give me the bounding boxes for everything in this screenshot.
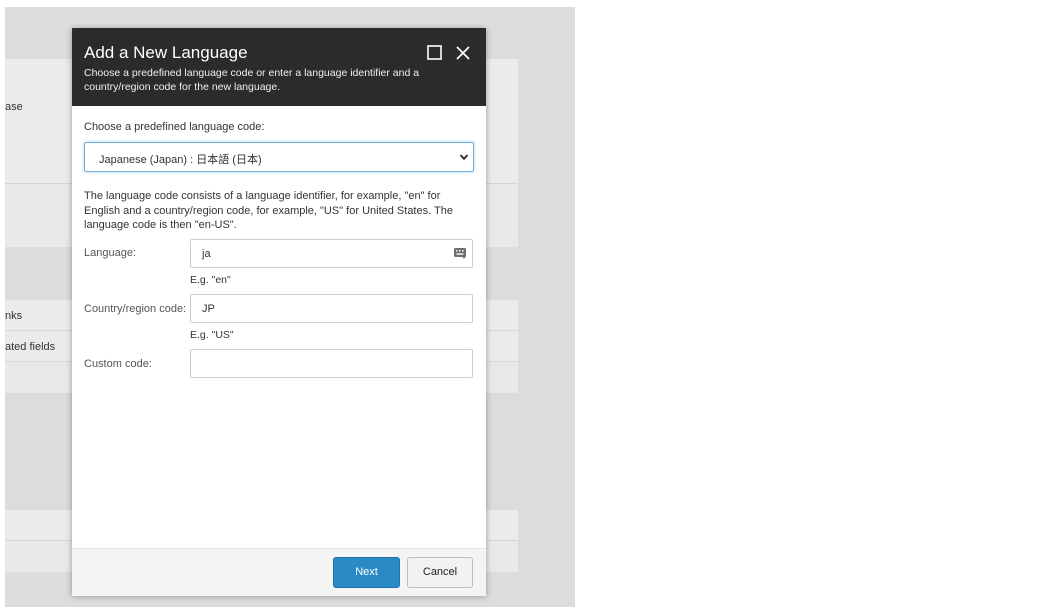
background-row-label: ase [5, 101, 23, 113]
custom-code-input[interactable] [190, 349, 473, 378]
country-region-input[interactable]: JP [190, 294, 473, 323]
custom-code-label: Custom code: [84, 358, 152, 370]
chevron-down-icon [459, 154, 469, 161]
close-button[interactable] [454, 44, 472, 62]
dialog-header: Add a New Language Choose a predefined l… [72, 28, 486, 106]
cancel-button[interactable]: Cancel [407, 557, 473, 588]
language-input[interactable]: ja [190, 239, 473, 268]
predefined-language-value: Japanese (Japan) : 日本語 (日本) [99, 154, 262, 166]
close-icon [456, 46, 470, 60]
dialog-subtitle: Choose a predefined language code or ent… [84, 67, 420, 93]
country-region-input-value: JP [202, 303, 215, 315]
country-region-label: Country/region code: [84, 303, 187, 315]
maximize-button[interactable] [426, 44, 444, 62]
predefined-language-select[interactable]: Japanese (Japan) : 日本語 (日本) [84, 142, 474, 172]
background-row-label: nks [5, 310, 23, 322]
language-input-value: ja [202, 248, 211, 260]
language-hint: E.g. "en" [190, 274, 231, 286]
add-language-dialog: Add a New Language Choose a predefined l… [72, 28, 486, 596]
predefined-code-label: Choose a predefined language code: [84, 121, 265, 133]
next-button[interactable]: Next [333, 557, 400, 588]
maximize-icon [427, 45, 442, 60]
keyboard-icon[interactable] [454, 247, 466, 259]
dialog-footer: Next Cancel [72, 548, 486, 596]
language-code-description: The language code consists of a language… [84, 190, 453, 231]
language-label: Language: [84, 247, 136, 259]
background-row-label: ated fields [5, 341, 56, 353]
country-region-hint: E.g. "US" [190, 329, 234, 341]
dialog-title: Add a New Language [84, 43, 248, 62]
